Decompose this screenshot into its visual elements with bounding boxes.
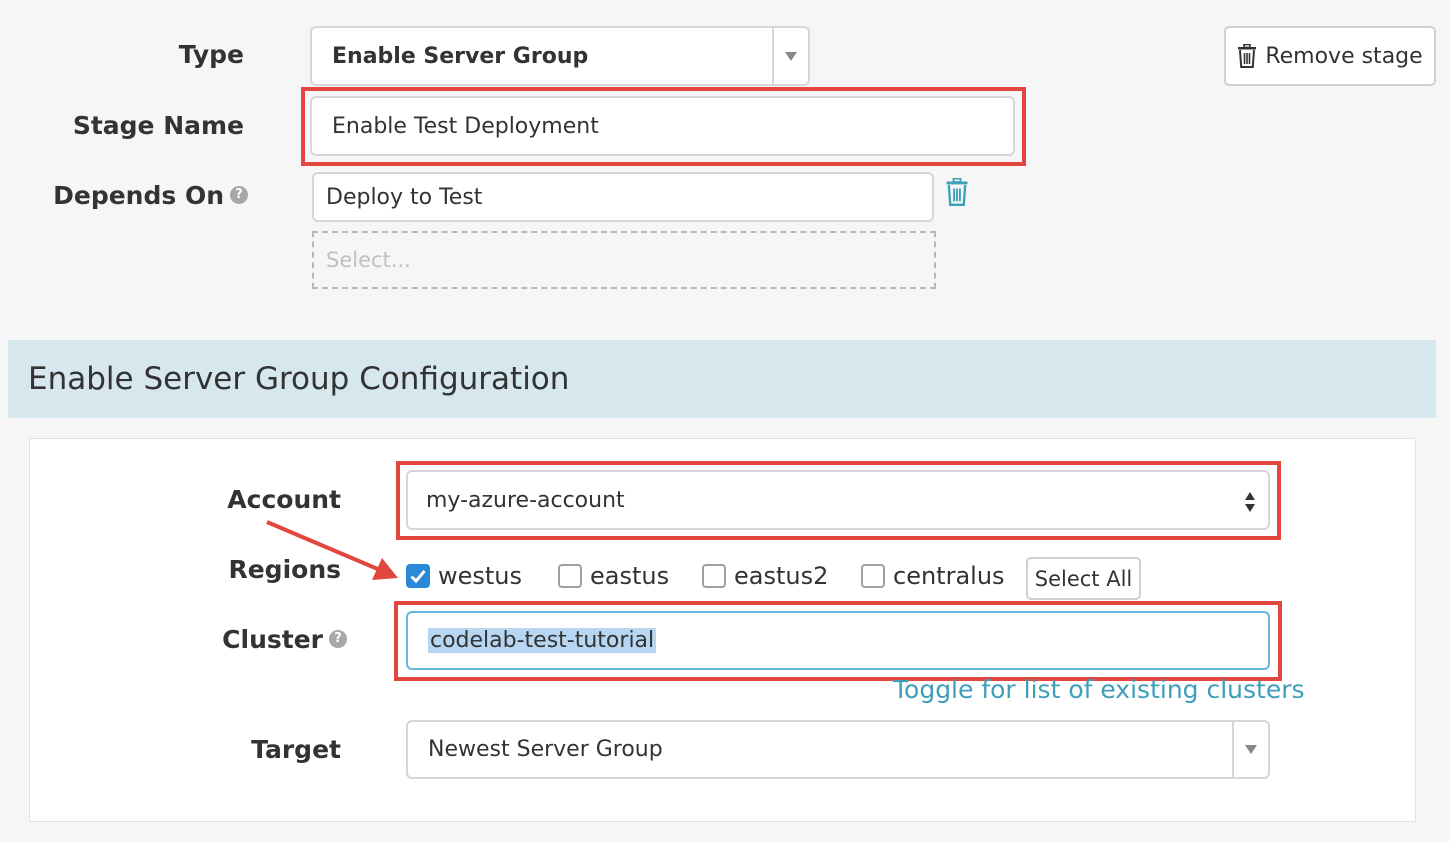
check-icon (410, 570, 426, 583)
help-icon[interactable]: ? (329, 630, 347, 648)
trash-icon (1238, 44, 1257, 68)
cluster-input[interactable]: codelab-test-tutorial (406, 611, 1270, 670)
depends-on-placeholder: Select... (326, 248, 411, 272)
region-centralus[interactable]: centralus (861, 562, 1005, 590)
checkbox-westus[interactable] (406, 564, 430, 588)
caret-down-icon (1232, 722, 1268, 777)
account-value: my-azure-account (426, 487, 625, 513)
region-label: eastus (590, 562, 670, 590)
depends-on-item[interactable]: Deploy to Test (312, 172, 934, 222)
region-label: westus (438, 562, 523, 590)
depends-on-select[interactable]: Select... (312, 231, 936, 289)
checkbox-eastus2[interactable] (702, 564, 726, 588)
checkbox-eastus[interactable] (558, 564, 582, 588)
select-all-label: Select All (1034, 566, 1133, 591)
region-label: eastus2 (734, 562, 829, 590)
cluster-text: Cluster (222, 625, 323, 654)
section-title: Enable Server Group Configuration (28, 361, 570, 397)
target-value: Newest Server Group (428, 737, 663, 762)
toggle-clusters-link[interactable]: Toggle for list of existing clusters (893, 675, 1305, 704)
checkbox-centralus[interactable] (861, 564, 885, 588)
region-eastus[interactable]: eastus (558, 562, 669, 590)
type-select-value: Enable Server Group (332, 43, 589, 69)
target-label: Target (251, 735, 341, 764)
target-select[interactable]: Newest Server Group (406, 720, 1270, 779)
region-westus[interactable]: westus (406, 562, 522, 590)
region-label: centralus (893, 562, 1005, 590)
select-all-button[interactable]: Select All (1026, 557, 1141, 600)
type-label: Type (178, 40, 244, 69)
help-icon[interactable]: ? (230, 186, 248, 204)
account-label: Account (227, 485, 341, 514)
caret-down-icon (772, 28, 808, 84)
remove-stage-button[interactable]: Remove stage (1224, 26, 1436, 86)
type-select[interactable]: Enable Server Group (310, 26, 810, 86)
sort-arrows-icon (1245, 492, 1255, 512)
depends-on-value: Deploy to Test (326, 184, 483, 210)
stage-name-value: Enable Test Deployment (332, 113, 599, 139)
account-select[interactable]: my-azure-account (406, 470, 1270, 530)
cluster-label: Cluster? (150, 625, 347, 654)
cluster-value: codelab-test-tutorial (428, 628, 657, 653)
stage-name-input[interactable]: Enable Test Deployment (310, 96, 1015, 156)
depends-on-text: Depends On (53, 181, 224, 210)
remove-stage-label: Remove stage (1265, 43, 1423, 69)
trash-icon[interactable] (945, 177, 969, 210)
arrow-annotation (266, 520, 398, 580)
stage-name-label: Stage Name (72, 111, 244, 140)
region-eastus2[interactable]: eastus2 (702, 562, 828, 590)
depends-on-label: Depends On? (40, 181, 248, 210)
section-header: Enable Server Group Configuration (8, 340, 1436, 418)
